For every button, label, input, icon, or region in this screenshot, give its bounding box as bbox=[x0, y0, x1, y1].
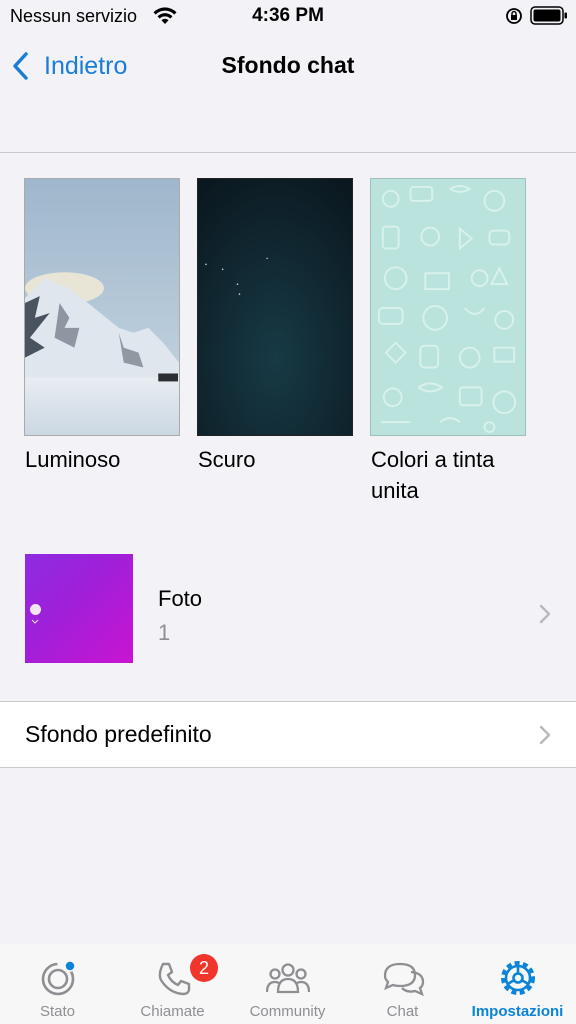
wallpaper-bright-label: Luminoso bbox=[25, 447, 121, 472]
photos-row[interactable]: Foto 1 bbox=[0, 548, 576, 668]
tab-community[interactable]: Community bbox=[230, 944, 345, 1024]
tab-impostazioni[interactable]: Impostazioni bbox=[460, 944, 575, 1024]
battery-icon bbox=[530, 6, 567, 25]
chevron-right-icon bbox=[539, 604, 551, 624]
tab-label: Chiamate bbox=[140, 1003, 205, 1020]
settings-gear-icon bbox=[500, 961, 535, 995]
tab-bar: Stato 2 Chiamate Community Chat Impostaz… bbox=[0, 944, 576, 1024]
status-icon bbox=[41, 960, 76, 996]
chat-bubbles-icon bbox=[383, 962, 424, 997]
tab-label: Chat bbox=[386, 1003, 419, 1020]
wallpaper-dark-tile[interactable] bbox=[197, 178, 353, 436]
photo-thumbnail bbox=[25, 554, 133, 663]
photos-count: 1 bbox=[158, 620, 171, 645]
chevron-right-icon bbox=[539, 725, 551, 745]
tab-label: Community bbox=[249, 1003, 326, 1020]
bright-wallpaper-image bbox=[25, 179, 179, 435]
orientation-lock-icon bbox=[506, 8, 522, 24]
chevron-down-icon bbox=[31, 619, 39, 624]
wallpaper-bright-tile[interactable] bbox=[24, 178, 180, 436]
tab-label: Stato bbox=[39, 1003, 76, 1020]
doodle-pattern-image bbox=[371, 179, 525, 435]
default-wallpaper-row[interactable]: Sfondo predefinito bbox=[0, 701, 576, 768]
dark-wallpaper-image bbox=[198, 179, 352, 435]
avatar-dot bbox=[30, 604, 41, 615]
default-wallpaper-label: Sfondo predefinito bbox=[25, 721, 212, 747]
tab-chat[interactable]: Chat bbox=[345, 944, 460, 1024]
phone-icon bbox=[158, 962, 190, 996]
missed-calls-badge: 2 bbox=[190, 954, 218, 982]
wallpaper-solid-colors-label: Colori a tinta unita bbox=[371, 447, 495, 503]
wallpaper-dark-label: Scuro bbox=[198, 447, 256, 472]
community-icon bbox=[265, 963, 310, 994]
wallpaper-solid-colors-tile[interactable] bbox=[370, 178, 526, 436]
page-title: Sfondo chat bbox=[221, 52, 355, 78]
navigation-bar: Indietro Sfondo chat bbox=[0, 34, 576, 96]
tab-chiamate[interactable]: 2 Chiamate bbox=[115, 944, 230, 1024]
status-bar: Nessun servizio 4:36 PM bbox=[0, 0, 576, 34]
tab-label: Impostazioni bbox=[471, 1003, 564, 1020]
tab-stato[interactable]: Stato bbox=[0, 944, 115, 1024]
photos-title: Foto bbox=[158, 586, 203, 611]
divider bbox=[0, 152, 576, 153]
clock: 4:36 PM bbox=[252, 5, 324, 26]
